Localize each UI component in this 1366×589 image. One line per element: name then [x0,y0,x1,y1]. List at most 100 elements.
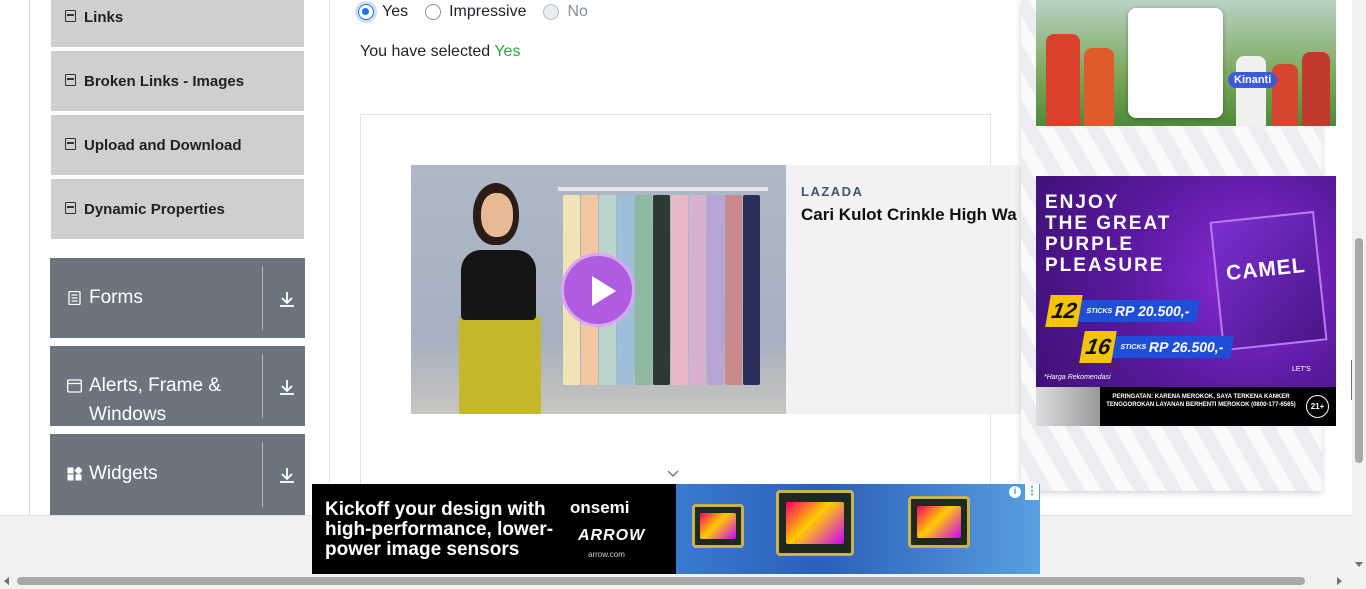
menu-item-links[interactable]: Links [51,0,304,49]
price-value: RP 26.500,- [1147,339,1226,355]
group-widgets[interactable]: Widgets [50,434,305,515]
menu-item-label: Broken Links - Images [84,72,245,90]
sensor-chip [908,496,970,548]
price-count: 16 [1079,331,1118,363]
menu-item-label: Upload and Download [84,136,242,154]
widgets-icon [67,467,82,481]
banner-partner: ARROW [578,527,646,544]
ad-figure [1236,56,1266,126]
page: Links Broken Links - Images Upload and D… [0,0,1366,589]
pants-swatch [707,195,724,385]
camel-lets: LET'S [1292,366,1311,373]
selection-result: You have selected Yes [360,43,520,61]
ad-more-icon[interactable]: ⋮ [1025,484,1039,500]
vertical-scrollbar-thumb[interactable] [1355,238,1363,463]
horizontal-scrollbar[interactable] [0,574,1366,589]
pants-swatch [743,195,760,385]
group-forms[interactable]: Forms [50,258,305,338]
window-icon [67,379,82,393]
pants-swatch [725,195,742,385]
price-count: 12 [1045,295,1084,327]
pants-swatch [653,195,670,385]
vertical-scrollbar[interactable] [1352,0,1366,574]
ad-figure [1272,64,1298,126]
price-12: 12 STICKS RP 20.500,- [1045,295,1200,327]
banner-image [676,484,1040,574]
menu-item-label: Dynamic Properties [84,200,225,218]
camel-note: *Harga Rekomendasi [1044,374,1111,381]
sensor-chip [776,490,854,556]
camel-headline-line: PURPLE [1045,234,1135,255]
group-label: Forms [89,287,143,308]
pants-swatch [689,195,706,385]
camel-ad[interactable]: ENJOY THE GREAT PURPLE PLEASURE CAMEL 12… [1036,176,1336,426]
bottom-banner-ad[interactable]: Kickoff your design with high-performanc… [312,484,1040,574]
group-label-line1: Alerts, Frame & [89,375,221,396]
scroll-right-icon[interactable] [1337,577,1342,585]
radio-impressive[interactable] [425,4,442,20]
banner-brand: onsemi [570,498,630,517]
camel-headline: ENJOY THE GREAT PURPLE PLEASURE [1045,192,1171,276]
video-ad[interactable]: LAZADA Cari Kulot Crinkle High Wa [411,165,1021,414]
group-divider [262,354,263,418]
play-icon[interactable] [561,253,635,327]
group-label-line2: Windows [89,404,167,425]
sensor-chip [692,504,744,548]
price-16: 16 STICKS RP 26.500,- [1079,331,1234,363]
scroll-down-icon[interactable] [1355,562,1363,567]
sidebar-right-border [329,0,330,515]
download-icon[interactable] [278,378,296,396]
document-icon [65,138,76,150]
ad-figure [1084,48,1114,126]
horizontal-scrollbar-thumb[interactable] [17,577,1305,585]
ad-figure [1302,52,1330,126]
radio-no [543,4,560,20]
chevron-down-icon[interactable] [667,468,679,480]
photo-ad-tag: Kinanti [1228,72,1278,88]
menu-item-label: Links [84,8,124,26]
camel-headline-line: ENJOY [1045,192,1120,213]
photo-ad[interactable]: Kinanti [1036,0,1336,126]
ad-info-icon[interactable]: i [1008,485,1022,499]
radio-no-label: No [567,3,588,20]
download-icon[interactable] [278,466,296,484]
document-icon [65,74,76,86]
sidebar-left-border [29,0,30,515]
form-icon [68,291,81,305]
camel-headline-line: PLEASURE [1045,255,1165,276]
price-value: RP 20.500,- [1113,303,1192,319]
menu-item-dynamic-properties[interactable]: Dynamic Properties [51,179,304,241]
radio-yes[interactable] [358,4,374,20]
age-badge: 21+ [1306,395,1329,418]
health-warning: PERINGATAN: KARENA MEROKOK, SAYA TERKENA… [1036,387,1336,426]
document-icon [65,10,76,22]
radio-yes-label[interactable]: Yes [382,3,408,21]
model-top [461,250,536,320]
scroll-left-icon[interactable] [4,577,9,585]
group-alerts-frame-windows[interactable]: Alerts, Frame & Windows [50,346,305,426]
radio-impressive-label[interactable]: Impressive [449,3,526,21]
download-icon[interactable] [278,290,296,308]
phone-mockup [1128,8,1223,118]
banner-url: arrow.com [588,550,625,559]
pants-swatch [671,195,688,385]
selection-result-value: Yes [494,43,521,60]
price-unit: STICKS [1119,343,1147,351]
video-ad-brand: LAZADA [801,184,864,199]
video-thumbnail[interactable] [411,165,786,414]
pants-swatch [635,195,652,385]
menu-item-broken-links[interactable]: Broken Links - Images [51,51,304,113]
group-label: Widgets [89,463,158,484]
model-face [481,193,513,237]
document-icon [65,202,76,214]
banner-copy: Kickoff your design with high-performanc… [325,499,554,560]
video-ad-title[interactable]: Cari Kulot Crinkle High Wa [801,205,1017,225]
warning-text: PERINGATAN: KARENA MEROKOK, SAYA TERKENA… [1106,394,1296,408]
warning-photo [1036,387,1100,426]
menu-item-upload-download[interactable]: Upload and Download [51,115,304,177]
selection-result-prefix: You have selected [360,43,491,60]
ad-figure [1046,34,1080,126]
price-unit: STICKS [1085,307,1113,315]
group-divider [262,442,263,507]
model-pants [459,315,541,414]
